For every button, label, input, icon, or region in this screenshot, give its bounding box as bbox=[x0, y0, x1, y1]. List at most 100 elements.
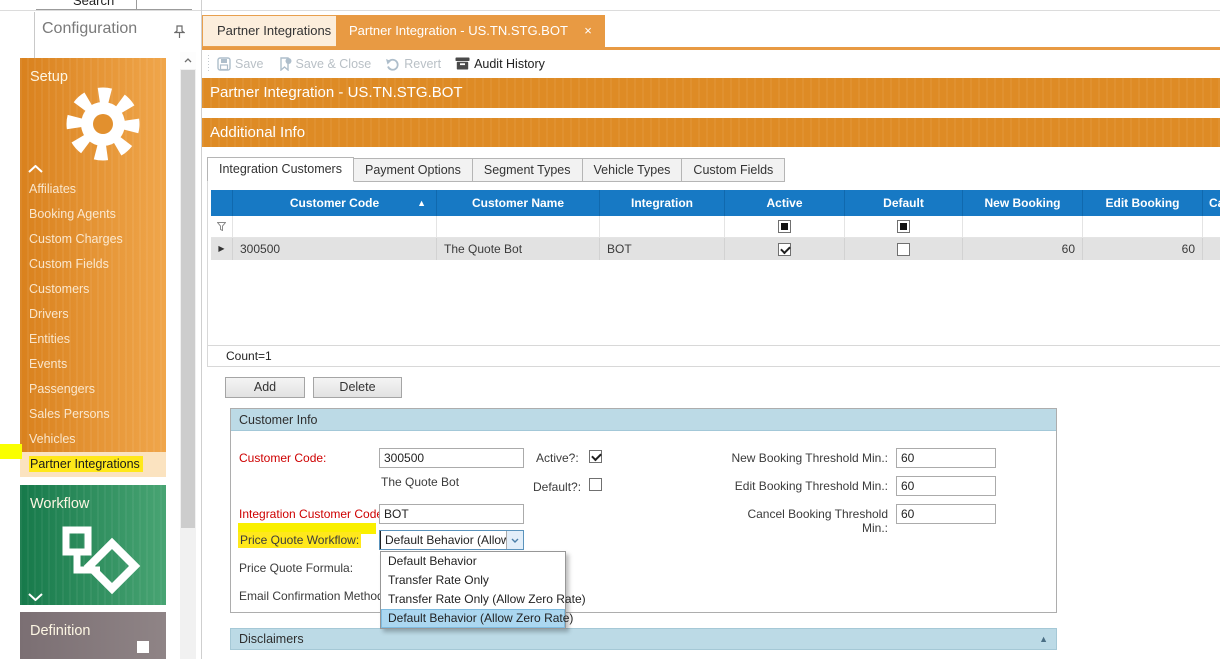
sidebar-item-entities[interactable]: Entities bbox=[20, 327, 166, 352]
edit-booking-threshold-input[interactable] bbox=[896, 476, 996, 496]
filter-icon[interactable] bbox=[211, 216, 233, 238]
tab-label: Partner Integration - US.TN.STG.BOT bbox=[349, 23, 568, 38]
cell-active-checkbox[interactable] bbox=[725, 238, 845, 260]
inner-tab-strip: Integration Customers Payment Options Se… bbox=[207, 157, 784, 182]
definition-icon bbox=[137, 641, 149, 653]
grid-header-row: Customer Code▲ Customer Name Integration… bbox=[211, 190, 1220, 216]
annotation-highlight-strip bbox=[0, 444, 22, 459]
header-customer-name[interactable]: Customer Name bbox=[437, 190, 600, 216]
header-integration-customer[interactable]: Integration Custome... bbox=[600, 190, 725, 216]
save-button[interactable]: Save bbox=[217, 57, 264, 71]
cancel-booking-threshold-label: Cancel Booking Threshold Min.: bbox=[726, 507, 888, 535]
option-default-behavior[interactable]: Default Behavior bbox=[381, 552, 565, 571]
cell-customer-code[interactable]: 300500 bbox=[233, 238, 437, 260]
gear-icon bbox=[61, 82, 145, 166]
chevron-down-icon[interactable] bbox=[506, 531, 523, 549]
sidebar-item-booking-agents[interactable]: Booking Agents bbox=[20, 202, 166, 227]
customer-name-text: The Quote Bot bbox=[381, 475, 459, 489]
toolbar-grip[interactable] bbox=[207, 55, 211, 73]
grid-filter-row[interactable] bbox=[211, 216, 1220, 238]
option-transfer-rate-only-zero[interactable]: Transfer Rate Only (Allow Zero Rate) bbox=[381, 590, 565, 609]
active-checkbox[interactable] bbox=[589, 450, 602, 463]
tab-accent-line bbox=[202, 47, 1220, 50]
tab-vehicle-types[interactable]: Vehicle Types bbox=[582, 158, 683, 182]
sidebar-group-setup[interactable]: Setup bbox=[20, 58, 166, 177]
edit-booking-threshold-label: Edit Booking Threshold Min.: bbox=[726, 479, 888, 493]
sidebar-item-drivers[interactable]: Drivers bbox=[20, 302, 166, 327]
toolbar: Save Save & Close Revert Audit History bbox=[202, 51, 1220, 76]
tab-partner-integrations[interactable]: Partner Integrations bbox=[202, 15, 346, 47]
collapse-setup-icon[interactable] bbox=[28, 165, 43, 173]
integration-customer-code-input[interactable] bbox=[379, 504, 524, 524]
sidebar-item-custom-fields[interactable]: Custom Fields bbox=[20, 252, 166, 277]
scroll-up-icon[interactable] bbox=[180, 52, 196, 69]
sidebar-group-definition[interactable]: Definition bbox=[20, 612, 166, 659]
search-input[interactable]: Search bbox=[73, 0, 114, 8]
sidebar-item-affiliates[interactable]: Affiliates bbox=[20, 177, 166, 202]
search-underline bbox=[36, 9, 192, 10]
sidebar-scrollbar[interactable] bbox=[180, 52, 196, 659]
filter-customer-name[interactable] bbox=[437, 216, 600, 238]
audit-history-button[interactable]: Audit History bbox=[455, 57, 545, 71]
sidebar-item-customers[interactable]: Customers bbox=[20, 277, 166, 302]
sidebar-item-passengers[interactable]: Passengers bbox=[20, 377, 166, 402]
close-icon[interactable]: × bbox=[584, 23, 592, 38]
save-and-close-button[interactable]: Save & Close bbox=[278, 57, 372, 71]
scrollbar-thumb[interactable] bbox=[181, 70, 195, 528]
tab-integration-customers[interactable]: Integration Customers bbox=[207, 157, 354, 182]
revert-button[interactable]: Revert bbox=[385, 57, 441, 71]
price-quote-formula-label: Price Quote Formula: bbox=[239, 561, 353, 575]
disclaimers-section-header[interactable]: Disclaimers ▲ bbox=[230, 628, 1057, 650]
header-edit-booking-threshold[interactable]: Edit Booking Thresh... bbox=[1083, 190, 1203, 216]
tab-segment-types[interactable]: Segment Types bbox=[472, 158, 583, 182]
cell-customer-name[interactable]: The Quote Bot bbox=[437, 238, 600, 260]
top-divider bbox=[0, 10, 1220, 11]
header-new-booking-threshold[interactable]: New Booking Thres... bbox=[963, 190, 1083, 216]
new-booking-threshold-label: New Booking Threshold Min.: bbox=[726, 451, 888, 465]
header-cancel-booking-threshold[interactable]: Ca bbox=[1203, 190, 1220, 216]
filter-customer-code[interactable] bbox=[233, 216, 437, 238]
filter-default-checkbox[interactable] bbox=[845, 216, 963, 238]
option-default-behavior-zero[interactable]: Default Behavior (Allow Zero Rate) bbox=[381, 609, 565, 628]
email-confirmation-method-label: Email Confirmation Method: bbox=[239, 589, 387, 603]
sidebar-item-partner-integrations[interactable]: Partner Integrations bbox=[20, 452, 166, 477]
header-customer-code[interactable]: Customer Code▲ bbox=[233, 190, 437, 216]
row-indicator-icon: ▶ bbox=[211, 238, 233, 260]
option-transfer-rate-only[interactable]: Transfer Rate Only bbox=[381, 571, 565, 590]
tab-payment-options[interactable]: Payment Options bbox=[353, 158, 473, 182]
header-active[interactable]: Active bbox=[725, 190, 845, 216]
sidebar-item-vehicles[interactable]: Vehicles bbox=[20, 427, 166, 452]
new-booking-threshold-input[interactable] bbox=[896, 448, 996, 468]
partner-integrations-highlight: Partner Integrations bbox=[29, 456, 143, 472]
default-label: Default?: bbox=[533, 480, 581, 494]
header-default[interactable]: Default bbox=[845, 190, 963, 216]
workflow-group-label: Workflow bbox=[30, 496, 89, 512]
tab-partner-integration-record[interactable]: Partner Integration - US.TN.STG.BOT × bbox=[336, 15, 605, 47]
default-checkbox[interactable] bbox=[589, 478, 602, 491]
workflow-icon bbox=[58, 525, 144, 597]
price-quote-workflow-combobox[interactable]: Default Behavior (Allow bbox=[379, 530, 524, 550]
grid-data-row[interactable]: ▶ 300500 The Quote Bot BOT 60 60 bbox=[211, 238, 1220, 260]
filter-active-checkbox[interactable] bbox=[725, 216, 845, 238]
filter-cancel-booking[interactable] bbox=[1203, 216, 1220, 238]
sidebar-group-workflow[interactable]: Workflow bbox=[20, 485, 166, 605]
pin-icon[interactable] bbox=[174, 25, 185, 39]
app-window: Search Configuration Setup Affiliates Bo… bbox=[0, 0, 1220, 659]
cell-default-checkbox[interactable] bbox=[845, 238, 963, 260]
save-icon bbox=[217, 57, 231, 71]
expand-workflow-icon[interactable] bbox=[28, 593, 43, 601]
sidebar-item-sales-persons[interactable]: Sales Persons bbox=[20, 402, 166, 427]
combobox-value[interactable]: Default Behavior (Allow bbox=[380, 531, 506, 549]
collapse-icon[interactable]: ▲ bbox=[1039, 629, 1048, 649]
tab-custom-fields[interactable]: Custom Fields bbox=[681, 158, 785, 182]
customer-code-input[interactable] bbox=[379, 448, 524, 468]
revert-icon bbox=[385, 57, 400, 71]
add-button[interactable]: Add bbox=[225, 377, 305, 398]
customer-info-panel: Customer Info Customer Code: The Quote B… bbox=[230, 408, 1057, 613]
sidebar-item-custom-charges[interactable]: Custom Charges bbox=[20, 227, 166, 252]
cell-cancel-booking[interactable] bbox=[1203, 238, 1220, 260]
cancel-booking-threshold-input[interactable] bbox=[896, 504, 996, 524]
sidebar-item-events[interactable]: Events bbox=[20, 352, 166, 377]
audit-history-icon bbox=[455, 57, 470, 70]
delete-button[interactable]: Delete bbox=[313, 377, 402, 398]
